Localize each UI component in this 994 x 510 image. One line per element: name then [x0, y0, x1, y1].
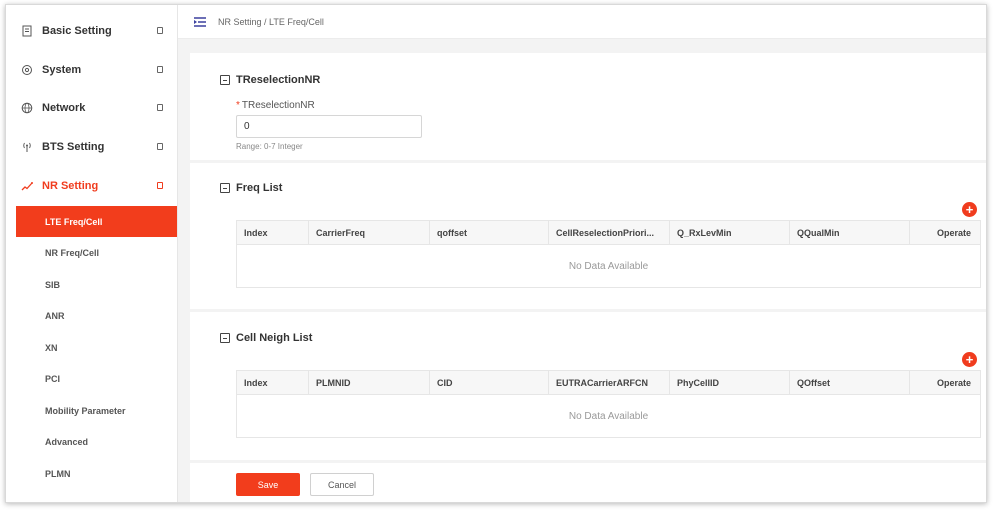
empty-state: No Data Available: [568, 410, 649, 422]
globe-icon: [20, 101, 34, 115]
sidebar-subitem-xn[interactable]: XN: [6, 332, 178, 363]
sidebar-subitem-sib[interactable]: SIB: [6, 269, 178, 300]
collapse-icon[interactable]: [220, 75, 230, 85]
sidebar-subitem-label: NR Freq/Cell: [45, 247, 100, 258]
sidebar-subitem-label: ANR: [45, 310, 65, 321]
cell-neigh-list-table: Index PLMNID CID EUTRACarrierARFCN PhyCe…: [236, 370, 981, 438]
sidebar-item-system[interactable]: System: [6, 53, 178, 87]
document-icon: [20, 24, 34, 38]
collapse-indicator-icon: [157, 143, 163, 150]
freq-list-header: Freq List: [220, 182, 282, 194]
column-header[interactable]: CellReselectionPriori...: [549, 221, 670, 244]
sidebar-subitem-mobility-parameter[interactable]: Mobility Parameter: [6, 395, 178, 426]
cell-neigh-list-header: Cell Neigh List: [220, 332, 312, 344]
treselection-section: TReselectionNR *TReselectionNR Range: 0-…: [190, 53, 986, 160]
sidebar: Basic Setting System Network BTS Setting: [6, 5, 178, 502]
sidebar-item-bts-setting[interactable]: BTS Setting: [6, 130, 178, 164]
section-title: TReselectionNR: [236, 74, 321, 86]
main-content: TReselectionNR *TReselectionNR Range: 0-…: [178, 39, 986, 502]
sidebar-subitem-lte-freq-cell[interactable]: LTE Freq/Cell: [16, 206, 177, 237]
sidebar-subitem-label: Mobility Parameter: [45, 405, 126, 416]
column-header[interactable]: QQualMin: [790, 221, 910, 244]
column-header[interactable]: Index: [237, 221, 309, 244]
table-header: Index PLMNID CID EUTRACarrierARFCN PhyCe…: [237, 371, 980, 395]
sidebar-subitem-nr-freq-cell[interactable]: NR Freq/Cell: [6, 237, 178, 268]
column-header[interactable]: Index: [237, 371, 309, 394]
signal-icon: [20, 179, 34, 193]
sidebar-subitem-label: Advanced: [45, 436, 89, 447]
gear-icon: [20, 63, 34, 77]
required-mark: *: [236, 100, 240, 111]
freq-list-table: Index CarrierFreq qoffset CellReselectio…: [236, 220, 981, 288]
cell-neigh-list-section: Cell Neigh List + Index PLMNID CID EUTRA…: [190, 312, 986, 460]
empty-state: No Data Available: [568, 260, 649, 272]
add-freq-button[interactable]: +: [962, 202, 977, 217]
sidebar-subitem-advanced[interactable]: Advanced: [6, 426, 178, 457]
sidebar-item-label: System: [42, 64, 82, 76]
collapse-indicator-icon: [157, 27, 163, 34]
treselection-header: TReselectionNR: [220, 74, 320, 86]
sidebar-item-basic-setting[interactable]: Basic Setting: [6, 14, 178, 48]
header-bar: NR Setting / LTE Freq/Cell: [178, 5, 986, 39]
collapse-indicator-icon: [157, 104, 163, 111]
range-hint: Range: 0-7 Integer: [236, 142, 303, 151]
collapse-icon[interactable]: [220, 183, 230, 193]
column-header[interactable]: Q_RxLevMin: [670, 221, 790, 244]
treselection-input[interactable]: [236, 115, 422, 138]
freq-list-section: Freq List + Index CarrierFreq qoffset Ce…: [190, 163, 986, 309]
sidebar-subitem-plmn[interactable]: PLMN: [6, 458, 178, 489]
column-header[interactable]: CID: [430, 371, 549, 394]
sidebar-item-nr-setting[interactable]: NR Setting: [6, 169, 178, 203]
column-header[interactable]: CarrierFreq: [309, 221, 430, 244]
menu-toggle-icon[interactable]: [194, 16, 206, 27]
column-header[interactable]: EUTRACarrierARFCN: [549, 371, 670, 394]
column-header[interactable]: PLMNID: [309, 371, 430, 394]
table-header: Index CarrierFreq qoffset CellReselectio…: [237, 221, 980, 245]
collapse-indicator-icon: [157, 66, 163, 73]
collapse-indicator-icon: [157, 182, 163, 189]
sidebar-item-label: Basic Setting: [42, 25, 112, 37]
sidebar-subitem-label: PCI: [45, 373, 61, 384]
cancel-button[interactable]: Cancel: [310, 473, 374, 496]
field-label-text: TReselectionNR: [241, 100, 315, 111]
sidebar-subitem-label: PLMN: [45, 468, 71, 479]
antenna-icon: [20, 140, 34, 154]
sidebar-item-label: BTS Setting: [42, 141, 105, 153]
sidebar-subitem-anr[interactable]: ANR: [6, 300, 178, 331]
column-header[interactable]: PhyCellID: [670, 371, 790, 394]
sidebar-item-network[interactable]: Network: [6, 91, 178, 125]
sidebar-subitem-pci[interactable]: PCI: [6, 363, 178, 394]
save-button[interactable]: Save: [236, 473, 300, 496]
sidebar-item-label: NR Setting: [42, 180, 99, 192]
sidebar-subitem-label: SIB: [45, 279, 61, 290]
treselection-field-label: * TReselectionNR: [236, 100, 315, 111]
column-header[interactable]: Operate: [910, 221, 980, 244]
sidebar-item-label: Network: [42, 102, 86, 114]
form-actions: Save Cancel: [190, 463, 986, 502]
sidebar-subitem-label: XN: [45, 342, 58, 353]
collapse-icon[interactable]: [220, 333, 230, 343]
breadcrumb: NR Setting / LTE Freq/Cell: [218, 16, 324, 27]
section-title: Cell Neigh List: [236, 332, 313, 344]
sidebar-subitem-label: LTE Freq/Cell: [45, 216, 103, 227]
add-cell-neigh-button[interactable]: +: [962, 352, 977, 367]
column-header[interactable]: qoffset: [430, 221, 549, 244]
column-header[interactable]: QOffset: [790, 371, 910, 394]
app-window: Basic Setting System Network BTS Setting: [5, 4, 987, 503]
column-header[interactable]: Operate: [910, 371, 980, 394]
section-title: Freq List: [236, 182, 283, 194]
